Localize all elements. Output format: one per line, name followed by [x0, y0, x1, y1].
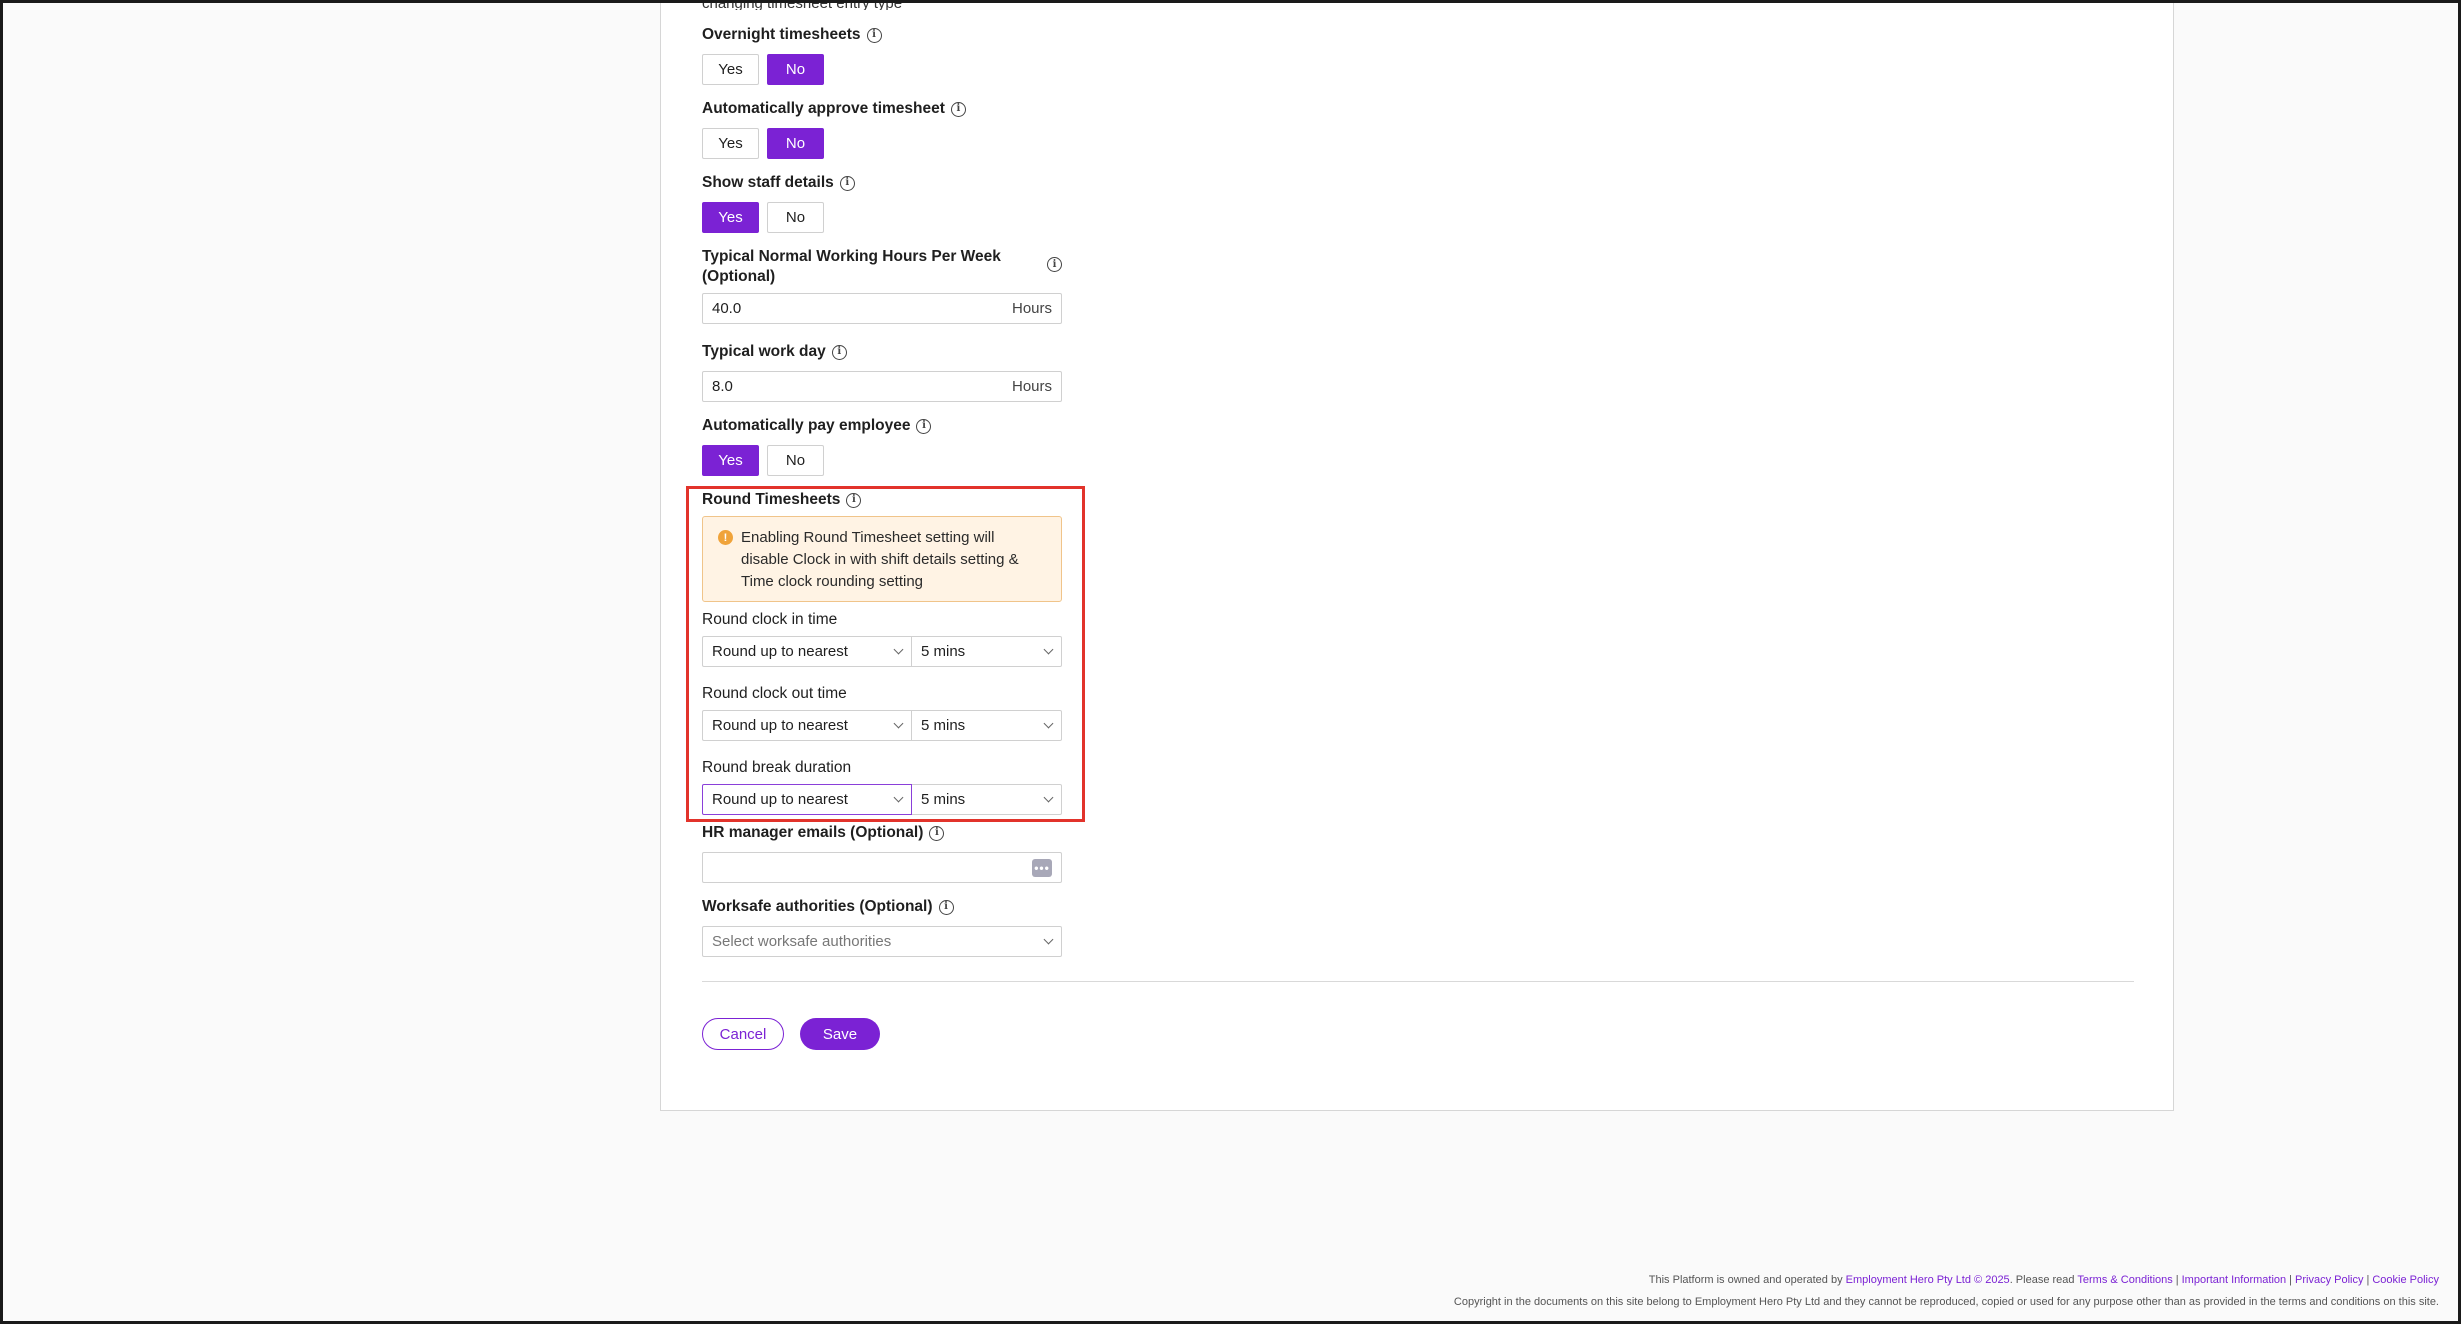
hr-emails-field: HR manager emails (Optional) i •••	[702, 823, 1062, 883]
show-staff-yes-button[interactable]: Yes	[702, 202, 759, 233]
chevron-down-icon	[893, 644, 904, 655]
work-day-field: Typical work day i 8.0 Hours	[702, 342, 1062, 402]
round-clock-in-label: Round clock in time	[702, 611, 838, 628]
normal-hours-value: 40.0	[712, 300, 742, 317]
divider	[702, 981, 2134, 982]
save-button[interactable]: Save	[800, 1018, 880, 1050]
worksafe-select[interactable]: Select worksafe authorities	[702, 926, 1062, 957]
round-clock-in-group: Round clock in time Round up to nearest …	[702, 610, 1062, 667]
auto-pay-toggle: Yes No	[702, 445, 931, 476]
round-break-group: Round break duration Round up to nearest…	[702, 758, 1062, 815]
chevron-down-icon	[893, 792, 904, 803]
work-day-input[interactable]: 8.0 Hours	[702, 371, 1062, 402]
footer-line-2: Copyright in the documents on this site …	[1453, 1296, 2439, 1308]
round-clock-out-group: Round clock out time Round up to nearest…	[702, 684, 1062, 741]
round-timesheets-warning: ! Enabling Round Timesheet setting will …	[702, 516, 1062, 602]
info-icon[interactable]: i	[839, 175, 855, 191]
round-clock-out-label: Round clock out time	[702, 685, 847, 702]
overnight-timesheets-field: Overnight timesheets i Yes No	[702, 25, 882, 85]
auto-pay-label: Automatically pay employee	[702, 417, 911, 434]
overnight-no-button[interactable]: No	[767, 54, 824, 85]
warning-icon: !	[718, 530, 733, 545]
more-options-icon[interactable]: •••	[1032, 858, 1052, 877]
company-link[interactable]: Employment Hero Pty Ltd © 2025	[1846, 1274, 2010, 1286]
chevron-down-icon	[893, 718, 904, 729]
info-icon[interactable]: i	[950, 101, 966, 117]
info-icon[interactable]: i	[866, 27, 882, 43]
round-clock-out-mode-select[interactable]: Round up to nearest	[702, 710, 912, 741]
auto-approve-field: Automatically approve timesheet i Yes No	[702, 99, 966, 159]
show-staff-no-button[interactable]: No	[767, 202, 824, 233]
round-clock-out-interval-select[interactable]: 5 mins	[912, 710, 1062, 741]
hours-suffix: Hours	[1011, 378, 1052, 395]
normal-hours-field: Typical Normal Working Hours Per Week (O…	[702, 247, 1062, 324]
worksafe-label: Worksafe authorities (Optional)	[702, 898, 933, 915]
auto-approve-no-button[interactable]: No	[767, 128, 824, 159]
chevron-down-icon	[1043, 934, 1054, 945]
round-break-label: Round break duration	[702, 759, 852, 776]
worksafe-field: Worksafe authorities (Optional) i Select…	[702, 897, 1062, 957]
cancel-button[interactable]: Cancel	[702, 1018, 784, 1050]
show-staff-toggle: Yes No	[702, 202, 855, 233]
normal-hours-label: Typical Normal Working Hours Per Week (O…	[702, 248, 1001, 285]
privacy-policy-link[interactable]: Privacy Policy	[2295, 1274, 2363, 1286]
show-staff-field: Show staff details i Yes No	[702, 173, 855, 233]
auto-pay-field: Automatically pay employee i Yes No	[702, 416, 932, 476]
footer-line-1: This Platform is owned and operated by E…	[1648, 1274, 2439, 1286]
auto-pay-no-button[interactable]: No	[767, 445, 824, 476]
cookie-policy-link[interactable]: Cookie Policy	[2372, 1274, 2439, 1286]
hours-suffix: Hours	[1011, 300, 1052, 317]
round-break-mode-select[interactable]: Round up to nearest	[702, 784, 912, 815]
info-icon[interactable]: i	[916, 418, 932, 434]
info-icon[interactable]: i	[846, 492, 862, 508]
auto-approve-yes-button[interactable]: Yes	[702, 128, 759, 159]
overnight-timesheets-label: Overnight timesheets	[702, 26, 861, 43]
chevron-down-icon	[1043, 718, 1054, 729]
info-icon[interactable]: i	[929, 825, 945, 841]
round-break-interval-select[interactable]: 5 mins	[912, 784, 1062, 815]
settings-card: changing timesheet entry type Overnight …	[660, 0, 2174, 1111]
auto-approve-toggle: Yes No	[702, 128, 966, 159]
normal-hours-input[interactable]: 40.0 Hours	[702, 293, 1062, 324]
work-day-value: 8.0	[712, 378, 733, 395]
info-icon[interactable]: i	[831, 344, 847, 360]
hr-emails-input[interactable]: •••	[702, 852, 1062, 883]
info-icon[interactable]: i	[1047, 257, 1062, 272]
form-actions: Cancel Save	[702, 1018, 880, 1050]
info-icon[interactable]: i	[938, 899, 954, 915]
chevron-down-icon	[1043, 792, 1054, 803]
show-staff-label: Show staff details	[702, 174, 834, 191]
chevron-down-icon	[1043, 644, 1054, 655]
important-info-link[interactable]: Important Information	[2182, 1274, 2287, 1286]
truncated-help-text: changing timesheet entry type	[702, 0, 903, 10]
round-timesheets-field: Round Timesheets i ! Enabling Round Time…	[702, 490, 1062, 815]
round-clock-in-interval-select[interactable]: 5 mins	[912, 636, 1062, 667]
auto-approve-label: Automatically approve timesheet	[702, 100, 945, 117]
auto-pay-yes-button[interactable]: Yes	[702, 445, 759, 476]
round-timesheets-label: Round Timesheets	[702, 491, 841, 508]
terms-link[interactable]: Terms & Conditions	[2077, 1274, 2172, 1286]
hr-emails-label: HR manager emails (Optional)	[702, 824, 924, 841]
warning-text: Enabling Round Timesheet setting will di…	[741, 529, 1019, 590]
round-clock-in-mode-select[interactable]: Round up to nearest	[702, 636, 912, 667]
overnight-yes-button[interactable]: Yes	[702, 54, 759, 85]
work-day-label: Typical work day	[702, 343, 826, 360]
overnight-timesheets-toggle: Yes No	[702, 54, 882, 85]
